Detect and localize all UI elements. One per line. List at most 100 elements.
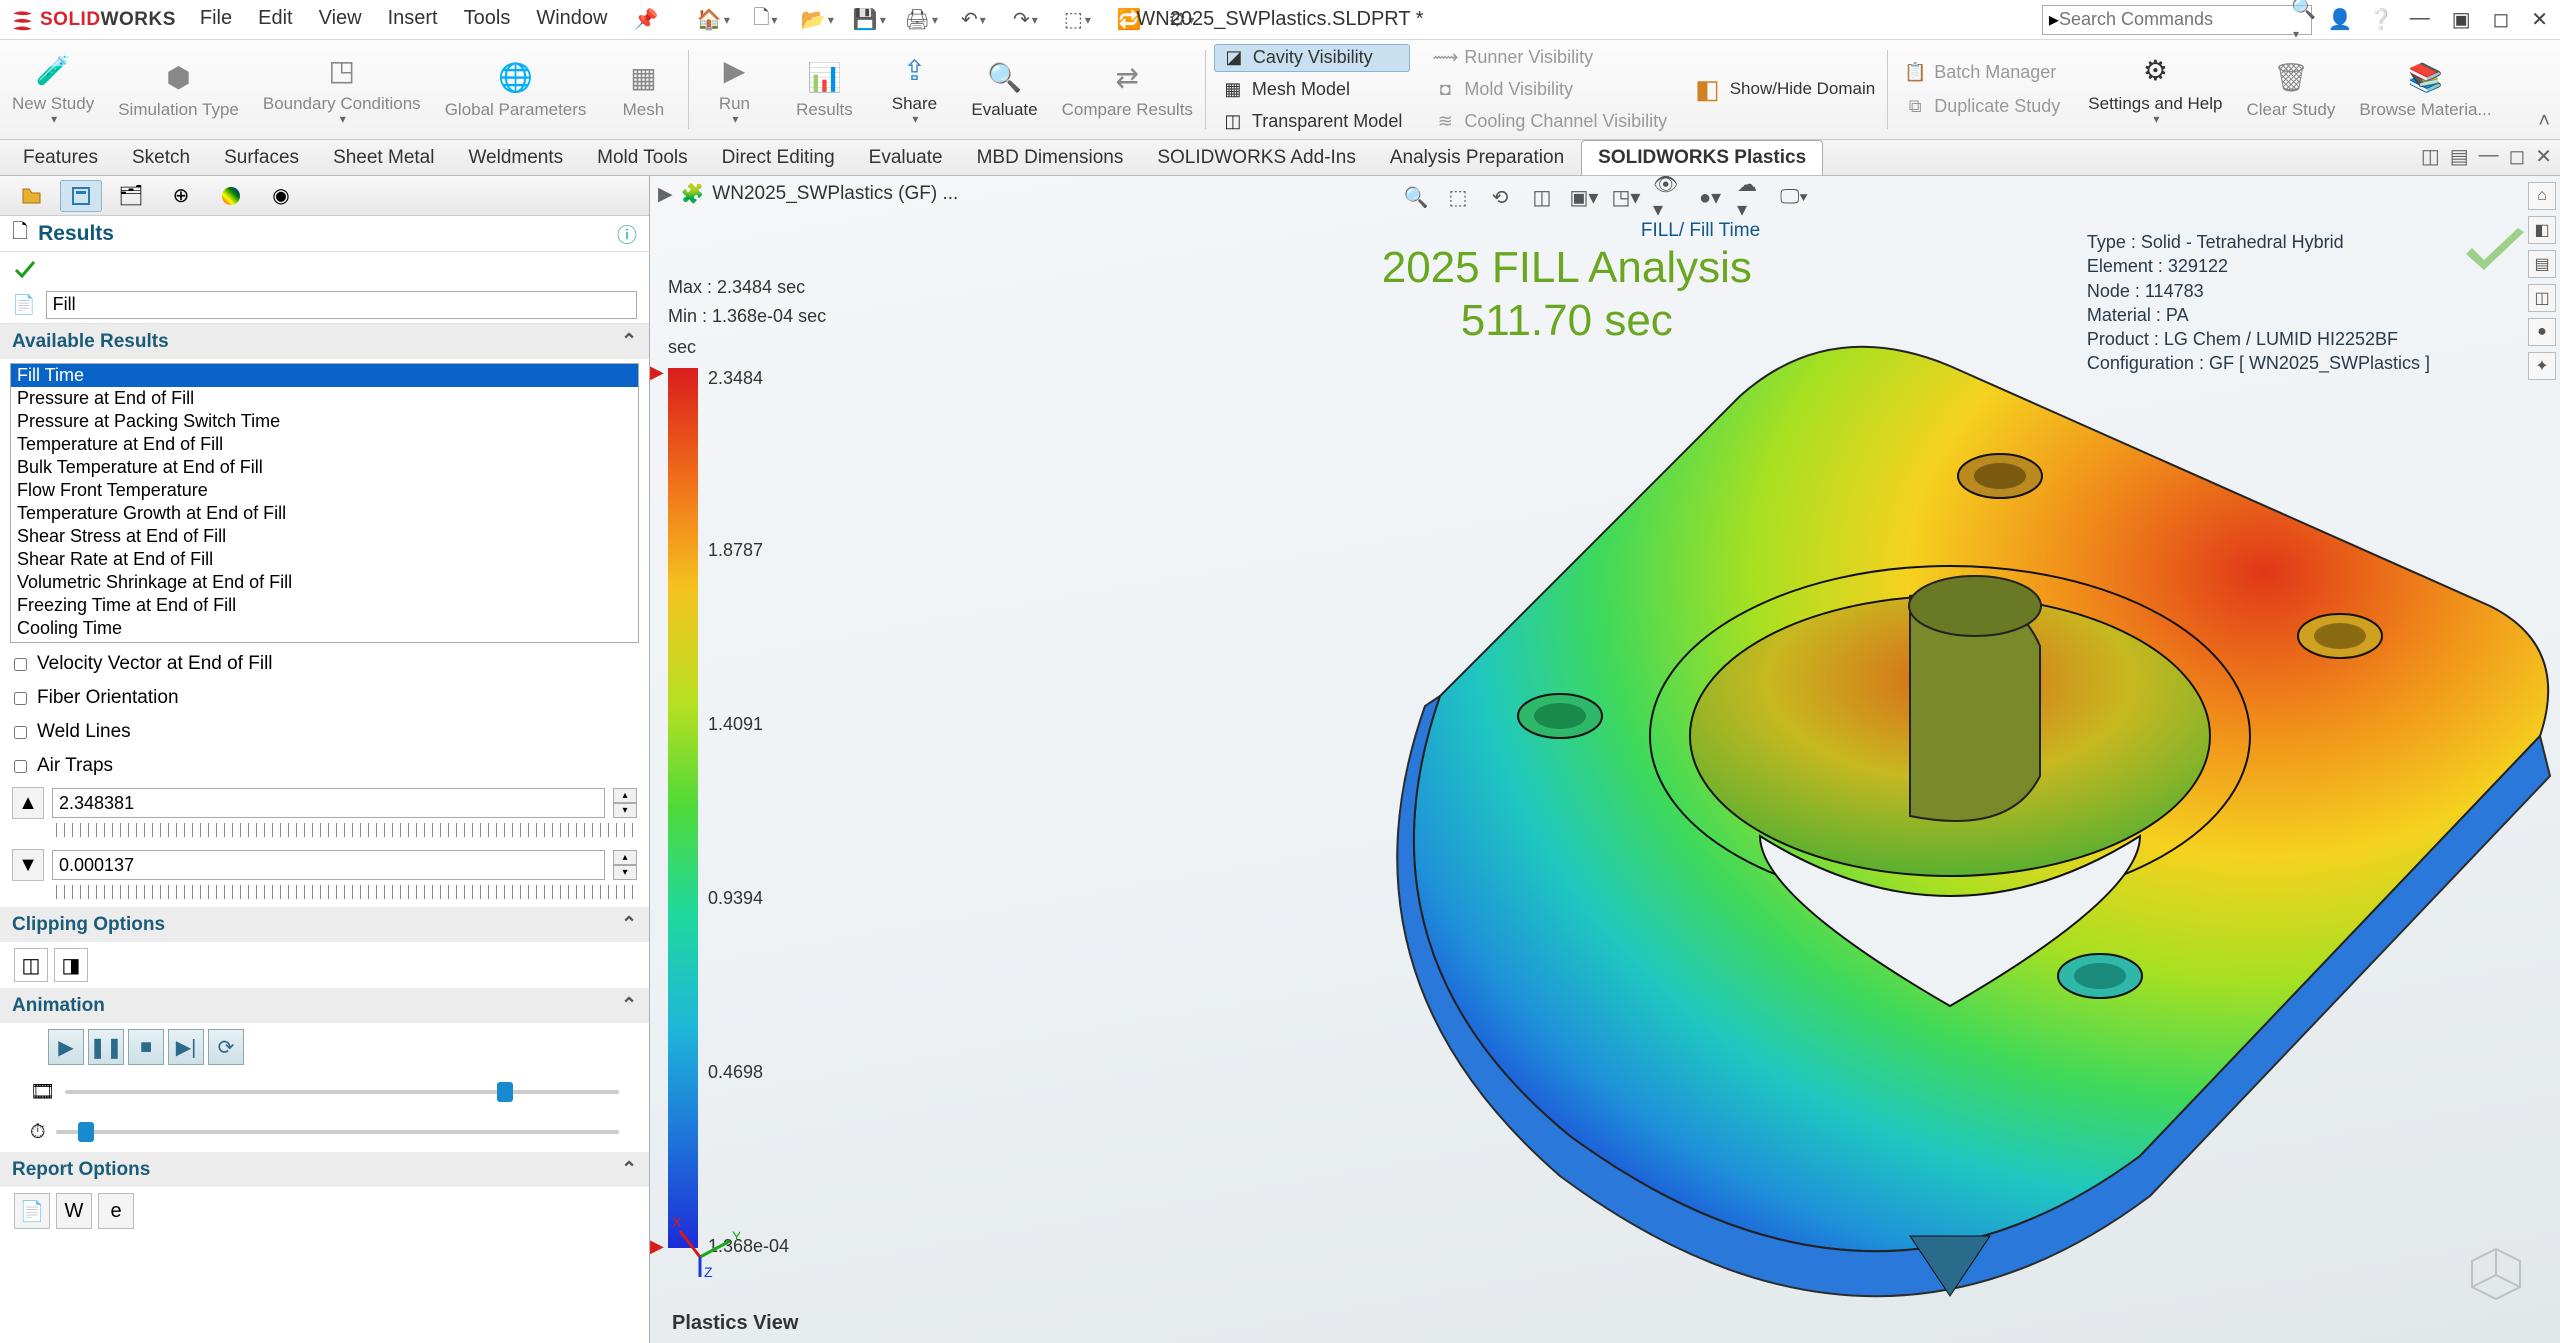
- search-commands[interactable]: ▸ 🔍▾: [2042, 5, 2312, 35]
- panel-expand-icon[interactable]: ◫: [2421, 144, 2440, 169]
- menu-window[interactable]: Window: [526, 3, 617, 36]
- maximize-icon[interactable]: ◻: [2493, 7, 2510, 32]
- show-hide-domain-button[interactable]: ◧Show/Hide Domain: [1683, 40, 1887, 139]
- section-report[interactable]: Report Options⌃: [0, 1152, 649, 1187]
- chk-air[interactable]: [14, 760, 27, 773]
- restore-icon[interactable]: ▣: [2452, 7, 2471, 32]
- anim-stop-icon[interactable]: ■: [128, 1029, 164, 1065]
- taskpane-custom-icon[interactable]: ✦: [2528, 352, 2556, 380]
- tab-mold-tools[interactable]: Mold Tools: [580, 140, 704, 175]
- tab-direct-editing[interactable]: Direct Editing: [705, 140, 852, 175]
- save-icon[interactable]: 💾▾: [846, 3, 892, 37]
- min-value-input[interactable]: [52, 850, 605, 880]
- min-up-icon[interactable]: ▴: [613, 850, 637, 865]
- chk-velocity[interactable]: [14, 658, 27, 671]
- chk-fiber[interactable]: [14, 692, 27, 705]
- pm-tab-dimxpert-icon[interactable]: ⊕: [160, 180, 202, 212]
- new-doc-icon[interactable]: 🗋▾: [742, 3, 788, 37]
- redo-icon[interactable]: ↷▾: [1002, 3, 1048, 37]
- result-item[interactable]: Fill Time: [11, 364, 638, 387]
- section-clipping[interactable]: Clipping Options⌃: [0, 907, 649, 942]
- taskpane-home-icon[interactable]: ⌂: [2528, 182, 2556, 210]
- tab-features[interactable]: Features: [6, 140, 115, 175]
- settings-help-button[interactable]: ⚙Settings and Help▾: [2076, 40, 2234, 139]
- taskpane-resources-icon[interactable]: ◧: [2528, 216, 2556, 244]
- menu-edit[interactable]: Edit: [248, 3, 302, 36]
- result-item[interactable]: Temperature Growth at End of Fill: [11, 502, 638, 525]
- clip-plane-icon[interactable]: ◨: [54, 948, 88, 982]
- mesh-model-button[interactable]: ▦Mesh Model: [1214, 76, 1410, 104]
- open-icon[interactable]: 📂▾: [794, 3, 840, 37]
- breadcrumb[interactable]: ▶ 🧩 WN2025_SWPlastics (GF) ...: [658, 182, 958, 206]
- tab-analysis-prep[interactable]: Analysis Preparation: [1373, 140, 1581, 175]
- pm-help-icon[interactable]: ⓘ: [617, 219, 637, 248]
- menu-view[interactable]: View: [309, 3, 372, 36]
- hud-zoomarea-icon[interactable]: ⬚: [1443, 182, 1473, 212]
- tab-surfaces[interactable]: Surfaces: [207, 140, 316, 175]
- speed-slider[interactable]: [56, 1120, 619, 1144]
- result-item[interactable]: Flow Front Temperature: [11, 479, 638, 502]
- section-animation[interactable]: Animation⌃: [0, 988, 649, 1023]
- filter-input[interactable]: [46, 291, 637, 319]
- cavity-visibility-button[interactable]: ◪Cavity Visibility: [1214, 44, 1410, 72]
- transparent-model-button[interactable]: ◫Transparent Model: [1214, 107, 1410, 135]
- pm-tab-propertymanager-icon[interactable]: [60, 180, 102, 212]
- hud-appearance-icon[interactable]: ●▾: [1695, 182, 1725, 212]
- result-item[interactable]: Temperature at End of Fill: [11, 433, 638, 456]
- min-scale-icon[interactable]: ▼: [12, 849, 44, 881]
- clip-clear-icon[interactable]: ◫: [14, 948, 48, 982]
- min-down-icon[interactable]: ▾: [613, 865, 637, 880]
- max-down-icon[interactable]: ▾: [613, 803, 637, 818]
- results-listbox[interactable]: Fill TimePressure at End of FillPressure…: [10, 363, 639, 643]
- anim-pause-icon[interactable]: ❚❚: [88, 1029, 124, 1065]
- close-icon[interactable]: ✕: [2531, 7, 2548, 32]
- tab-evaluate[interactable]: Evaluate: [852, 140, 960, 175]
- taskpane-view-icon[interactable]: ◫: [2528, 284, 2556, 312]
- result-item[interactable]: Shear Rate at End of Fill: [11, 548, 638, 571]
- max-up-icon[interactable]: ▴: [613, 788, 637, 803]
- hud-section-icon[interactable]: ◫: [1527, 182, 1557, 212]
- home-icon[interactable]: 🏠▾: [690, 3, 736, 37]
- search-input[interactable]: [2059, 9, 2291, 30]
- frame-slider[interactable]: [65, 1080, 619, 1104]
- report-html-icon[interactable]: 📄: [14, 1193, 50, 1229]
- minimize-icon[interactable]: —: [2410, 7, 2430, 32]
- menu-pin-icon[interactable]: 📌: [623, 3, 668, 36]
- select-icon[interactable]: ⬚▾: [1054, 3, 1100, 37]
- hud-rotate-icon[interactable]: ⟲: [1485, 182, 1515, 212]
- panel-max-icon[interactable]: ◻: [2509, 144, 2526, 169]
- tab-mbd[interactable]: MBD Dimensions: [960, 140, 1141, 175]
- help-icon[interactable]: ❔: [2369, 7, 2394, 32]
- undo-icon[interactable]: ↶▾: [950, 3, 996, 37]
- user-icon[interactable]: 👤: [2328, 7, 2353, 32]
- ok-check-icon[interactable]: [12, 256, 38, 282]
- taskpane-appearance-icon[interactable]: ●: [2528, 318, 2556, 346]
- ribbon-collapse-icon[interactable]: ˄: [2538, 110, 2550, 133]
- pm-tab-plastics-icon[interactable]: ◉: [260, 180, 302, 212]
- chk-weld[interactable]: [14, 726, 27, 739]
- max-scale-icon[interactable]: ▲: [12, 787, 44, 819]
- result-item[interactable]: Pressure at End of Fill: [11, 387, 638, 410]
- anim-step-icon[interactable]: ▶|: [168, 1029, 204, 1065]
- result-item[interactable]: Cooling Time: [11, 617, 638, 640]
- tab-plastics[interactable]: SOLIDWORKS Plastics: [1581, 140, 1823, 175]
- menu-file[interactable]: File: [190, 3, 242, 36]
- report-edrawings-icon[interactable]: e: [98, 1193, 134, 1229]
- hud-zoom-icon[interactable]: 🔍: [1401, 182, 1431, 212]
- max-value-input[interactable]: [52, 788, 605, 818]
- hud-scene-icon[interactable]: ☁▾: [1737, 182, 1767, 212]
- hud-display-icon[interactable]: ▣▾: [1569, 182, 1599, 212]
- tab-sheet-metal[interactable]: Sheet Metal: [316, 140, 451, 175]
- orientation-cube-icon[interactable]: [2466, 1243, 2526, 1309]
- menu-tools[interactable]: Tools: [454, 3, 521, 36]
- hud-view-icon[interactable]: ◳▾: [1611, 182, 1641, 212]
- result-item[interactable]: Volumetric Shrinkage at End of Fill: [11, 571, 638, 594]
- view-triad-icon[interactable]: Y X Z: [670, 1207, 740, 1283]
- search-icon[interactable]: 🔍▾: [2291, 0, 2316, 44]
- report-word-icon[interactable]: W: [56, 1193, 92, 1229]
- result-item[interactable]: Pressure at Packing Switch Time: [11, 410, 638, 433]
- panel-min-icon[interactable]: —: [2479, 144, 2499, 169]
- pm-tab-featuretree-icon[interactable]: [10, 180, 52, 212]
- rib-share[interactable]: ⇪Share▾: [869, 40, 959, 139]
- print-icon[interactable]: 🖨▾: [898, 3, 944, 37]
